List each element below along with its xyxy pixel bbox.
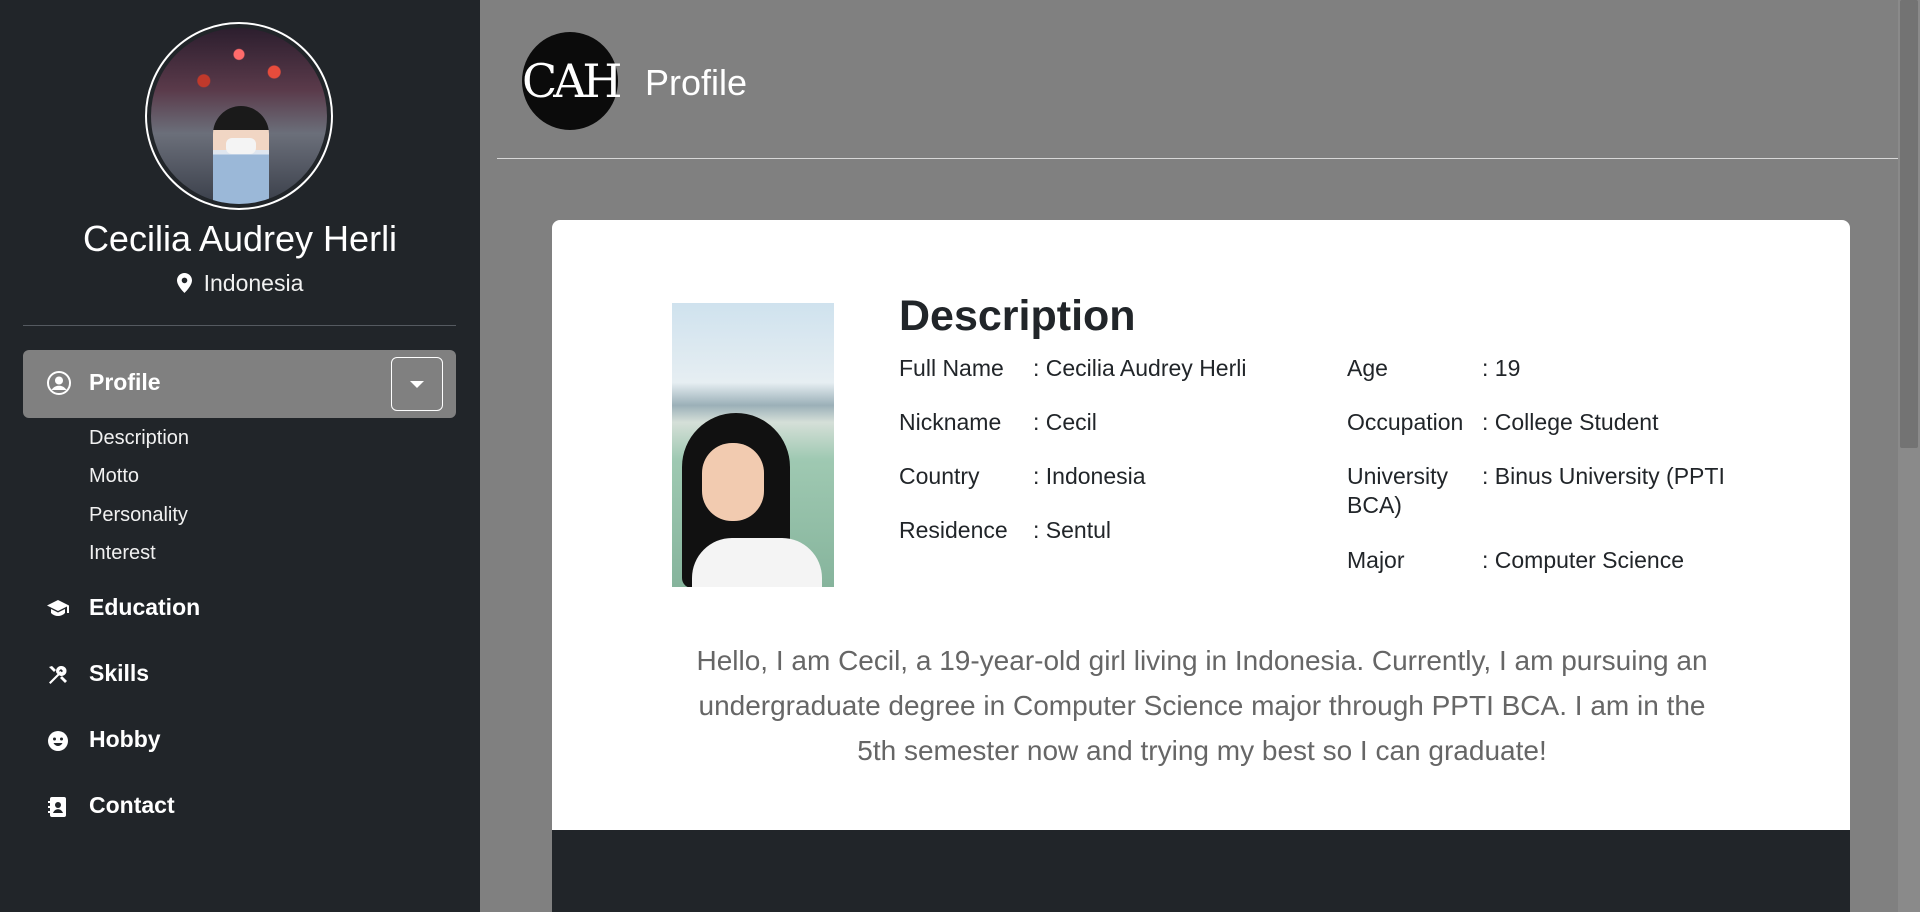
sidebar-item-label: Contact [89, 792, 175, 818]
field-value: : Cecilia Audrey Herli [1033, 355, 1247, 381]
card-footer [552, 830, 1850, 912]
description-card: Description Full Name : Cecilia Audrey H… [552, 220, 1850, 830]
smile-icon [48, 731, 68, 751]
field-label: Nickname [899, 409, 1002, 435]
sidebar-item-label: Profile [89, 369, 161, 395]
field-value: : Indonesia [1033, 463, 1146, 489]
field-value: : Computer Science [1482, 547, 1684, 573]
profile-photo [672, 303, 834, 587]
sidebar-item-label: Education [89, 594, 201, 620]
avatar [145, 22, 333, 210]
field-value: : Binus University (PPTI [1482, 463, 1725, 489]
avatar-photo [151, 28, 327, 204]
profile-dropdown-button[interactable] [391, 357, 443, 411]
site-logo[interactable]: CAH [522, 32, 623, 130]
location-text: Indonesia [203, 270, 304, 296]
sidebar-item-hobby[interactable]: Hobby [46, 721, 446, 761]
sidebar-subitem-personality[interactable]: Personality [89, 504, 188, 527]
field-label: Major [1347, 547, 1405, 573]
location: Indonesia [0, 270, 480, 297]
page-title: Profile [645, 62, 748, 103]
field-label: Occupation [1347, 409, 1464, 435]
location-pin-icon [176, 273, 192, 293]
sidebar-subitem-interest[interactable]: Interest [89, 542, 156, 565]
sidebar-item-label: Hobby [89, 726, 161, 752]
field-label: Country [899, 463, 980, 489]
profile-name: Cecilia Audrey Herli [82, 218, 398, 259]
sidebar-divider [23, 325, 456, 326]
sidebar-item-label: Skills [89, 660, 150, 686]
sidebar-item-skills[interactable]: Skills [46, 655, 446, 695]
sidebar-item-education[interactable]: Education [46, 589, 446, 629]
field-label: Residence [899, 517, 1008, 543]
field-label: University BCA) [1347, 463, 1448, 518]
scrollbar-thumb[interactable] [1900, 0, 1918, 448]
sidebar-subitem-motto[interactable]: Motto [89, 465, 139, 488]
bio-text: Hello, I am Cecil, a 19-year-old girl li… [696, 645, 1708, 766]
field-university: University BCA) : Binus University (PPTI [1347, 462, 1767, 522]
tools-icon [49, 665, 67, 684]
sidebar-subitem-description[interactable]: Description [89, 427, 189, 450]
sidebar-item-profile[interactable]: Profile [23, 350, 456, 418]
address-book-icon [48, 797, 66, 817]
graduation-cap-icon [47, 600, 69, 616]
field-value: : 19 [1482, 355, 1521, 381]
header-divider [497, 158, 1905, 159]
user-circle-icon [47, 371, 71, 395]
field-value: : Cecil [1033, 409, 1097, 435]
field-value: : College Student [1482, 409, 1659, 435]
field-value: : Sentul [1033, 517, 1111, 543]
sidebar-item-contact[interactable]: Contact [46, 787, 446, 827]
caret-down-icon [410, 381, 424, 388]
field-label: Age [1347, 355, 1388, 381]
sidebar: Cecilia Audrey Herli Indonesia Profile D… [0, 0, 480, 912]
section-title: Description [899, 292, 1136, 340]
field-label: Full Name [899, 355, 1004, 381]
